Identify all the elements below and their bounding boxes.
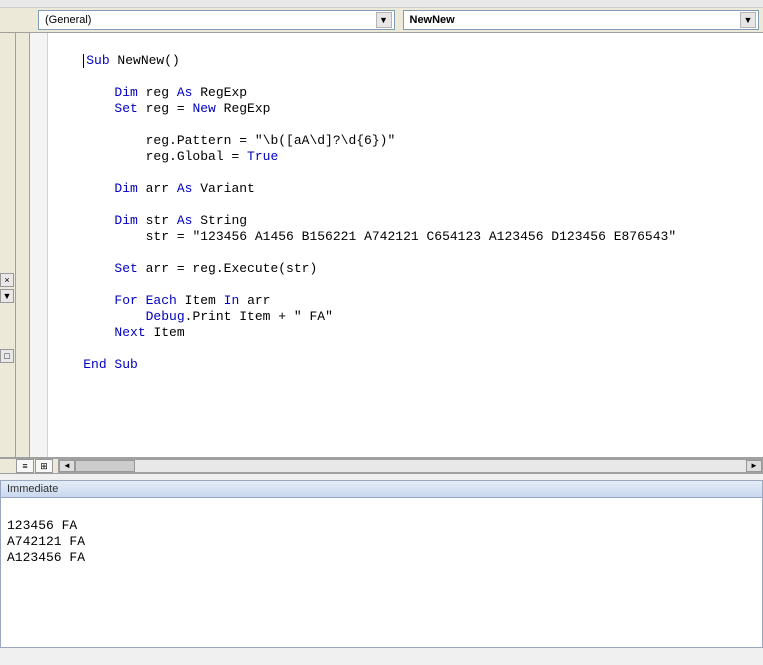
scroll-thumb[interactable]	[75, 460, 135, 472]
code-line: reg.Pattern = "\b([aA\d]?\d{6})"	[52, 133, 395, 148]
procedure-view-button[interactable]: ≡	[16, 459, 34, 473]
horizontal-scrollbar[interactable]: ◄ ►	[58, 459, 763, 473]
immediate-window-title[interactable]: Immediate	[0, 480, 763, 498]
breakpoint-margin[interactable]	[16, 33, 30, 457]
object-dropdown[interactable]: (General) ▼	[38, 10, 395, 30]
object-procedure-bar: (General) ▼ NewNew ▼	[0, 8, 763, 33]
code-line: reg.Global = True	[52, 149, 278, 164]
full-module-view-button[interactable]: ⊞	[35, 459, 53, 473]
left-dock-strip: × ▼ □	[0, 33, 16, 457]
procedure-dropdown-value: NewNew	[410, 14, 455, 26]
dock-close-icon[interactable]: ×	[0, 273, 14, 287]
editor-footer: ≡ ⊞ ◄ ►	[0, 458, 763, 474]
object-dropdown-value: (General)	[45, 14, 91, 26]
scroll-right-icon[interactable]: ►	[746, 460, 762, 472]
dock-stub-icon[interactable]: □	[0, 349, 14, 363]
indicator-margin	[30, 33, 48, 457]
code-line: End Sub	[52, 357, 138, 372]
code-line: Next Item	[52, 325, 185, 340]
code-line: Sub NewNew()	[52, 53, 180, 68]
chevron-down-icon[interactable]: ▼	[740, 12, 756, 28]
code-line: Debug.Print Item + " FA"	[52, 309, 333, 324]
toolbar-remnant	[0, 0, 763, 8]
code-line: Dim arr As Variant	[52, 181, 255, 196]
code-line: str = "123456 A1456 B156221 A742121 C654…	[52, 229, 676, 244]
procedure-dropdown[interactable]: NewNew ▼	[403, 10, 760, 30]
code-line: Set arr = reg.Execute(str)	[52, 261, 317, 276]
code-line: For Each Item In arr	[52, 293, 270, 308]
dock-down-icon[interactable]: ▼	[0, 289, 14, 303]
immediate-window[interactable]: 123456 FA A742121 FA A123456 FA	[0, 498, 763, 648]
immediate-line: 123456 FA	[7, 518, 77, 533]
code-line: Dim reg As RegExp	[52, 85, 247, 100]
immediate-line: A742121 FA	[7, 534, 85, 549]
chevron-down-icon[interactable]: ▼	[376, 12, 392, 28]
immediate-line: A123456 FA	[7, 550, 85, 565]
scroll-left-icon[interactable]: ◄	[59, 460, 75, 472]
code-editor: × ▼ □ Sub NewNew() Dim reg As RegExp Set…	[0, 33, 763, 458]
code-line: Dim str As String	[52, 213, 247, 228]
code-line: Set reg = New RegExp	[52, 101, 270, 116]
code-text-area[interactable]: Sub NewNew() Dim reg As RegExp Set reg =…	[48, 33, 763, 457]
caret-icon	[83, 54, 84, 68]
